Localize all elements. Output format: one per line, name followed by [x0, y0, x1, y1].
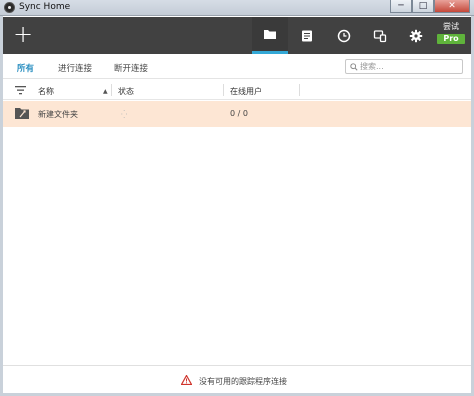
maximize-button[interactable]: □ [412, 0, 434, 13]
online-users-count: 0 / 0 [230, 109, 248, 118]
close-button[interactable]: ✕ [434, 0, 470, 13]
settings-tab-button[interactable] [398, 17, 434, 54]
filter-icon[interactable] [15, 85, 26, 95]
status-spinner-icon: ⁛ [121, 110, 128, 119]
search-box [345, 59, 463, 74]
sort-ascending-icon: ▲ [103, 88, 108, 95]
window-controls: ─ □ ✕ [390, 0, 470, 13]
add-folder-button[interactable]: + [11, 22, 35, 47]
search-input[interactable] [360, 61, 460, 72]
devices-icon [373, 29, 387, 42]
warning-icon [181, 375, 192, 385]
pro-badge: Pro [437, 34, 465, 44]
window-titlebar[interactable]: Sync Home ─ □ ✕ [0, 0, 474, 16]
devices-tab-button[interactable] [362, 17, 398, 54]
app-logo-icon [4, 2, 15, 13]
column-divider[interactable] [299, 84, 300, 96]
history-tab-button[interactable] [326, 17, 362, 54]
shared-folder-icon [15, 108, 29, 119]
folders-tab-button[interactable] [252, 17, 288, 54]
search-icon [350, 63, 358, 71]
folder-icon [264, 30, 276, 39]
gear-icon [409, 29, 423, 42]
trial-label: 尝试 [443, 22, 459, 31]
filter-bar: 所有 进行连接 断开连接 [3, 54, 471, 79]
notes-icon [302, 30, 312, 41]
table-header: 名称 ▲ 状态 在线用户 [3, 80, 471, 100]
clock-icon [337, 29, 351, 42]
minimize-button[interactable]: ─ [390, 0, 412, 13]
window-title: Sync Home [19, 2, 71, 12]
column-header-online-users[interactable]: 在线用户 [230, 86, 262, 97]
column-header-name[interactable]: 名称 [38, 86, 54, 97]
column-divider[interactable] [223, 84, 224, 96]
filter-tab-disconnected[interactable]: 断开连接 [114, 62, 148, 74]
column-divider[interactable] [111, 84, 112, 96]
column-header-status[interactable]: 状态 [118, 86, 134, 97]
status-footer: 没有可用的跟踪程序连接 [3, 365, 471, 393]
tracker-status-message: 没有可用的跟踪程序连接 [199, 377, 287, 386]
table-row[interactable]: 新建文件夹 ⁛ 0 / 0 [3, 101, 471, 127]
filter-tab-all[interactable]: 所有 [17, 62, 34, 74]
main-toolbar: + 尝试 Pro [3, 17, 471, 54]
filter-tab-connecting[interactable]: 进行连接 [58, 62, 92, 74]
folder-name: 新建文件夹 [38, 110, 78, 119]
notes-tab-button[interactable] [289, 17, 325, 54]
upgrade-pro-button[interactable]: 尝试 Pro [437, 22, 465, 44]
